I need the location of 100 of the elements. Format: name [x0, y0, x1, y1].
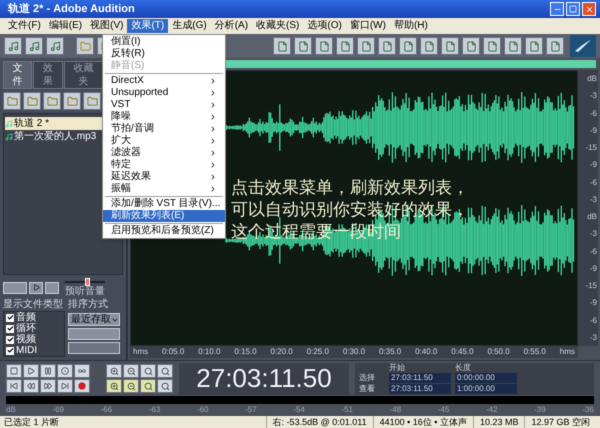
checkbox[interactable] [6, 314, 14, 322]
panel-button[interactable] [3, 282, 27, 294]
toolbar-button[interactable] [83, 92, 101, 110]
zoom-button[interactable] [157, 364, 173, 378]
menu-item[interactable]: 添加/删除 VST 目录(V)... [103, 198, 225, 210]
menu-item[interactable]: 振幅 [103, 183, 225, 195]
panel-tab[interactable]: 文件 [3, 61, 32, 89]
menu-item[interactable]: 倒置(I) [103, 36, 225, 48]
toolbar-button[interactable] [483, 37, 501, 55]
toolbar-button[interactable] [43, 92, 61, 110]
zoom-button[interactable] [123, 379, 139, 393]
menu-item[interactable]: 刷新效果列表(E) [103, 210, 225, 222]
music-note-icon [8, 40, 18, 52]
time-field[interactable]: 27:03:11.50 [389, 384, 451, 394]
toolbar-button[interactable] [315, 37, 333, 55]
minimize-button[interactable] [550, 2, 564, 16]
transport-button[interactable] [23, 379, 39, 393]
menu-item[interactable]: 帮助(H) [390, 19, 432, 33]
zoom-button[interactable] [123, 364, 139, 378]
sort-dropdown[interactable]: 最近存取 [68, 313, 120, 326]
file-icon [360, 40, 372, 52]
menu-item[interactable]: 生成(G) [168, 19, 211, 33]
menu-item[interactable]: 滤波器 [103, 147, 225, 159]
toolbar-button[interactable] [336, 37, 354, 55]
toolbar-button[interactable] [294, 37, 312, 55]
transport-button[interactable] [6, 364, 22, 378]
play-button[interactable] [29, 282, 43, 294]
menu-item[interactable]: 扩大 [103, 135, 225, 147]
panel-tab[interactable]: 效果 [33, 61, 63, 89]
zoom-button[interactable] [157, 379, 173, 393]
panel-button[interactable] [68, 342, 120, 354]
menu-item[interactable]: 效果(T) [127, 19, 168, 33]
checkbox[interactable] [6, 336, 14, 344]
menu-item[interactable]: Unsupported [103, 87, 225, 99]
maximize-button[interactable] [566, 2, 580, 16]
file-icon [340, 40, 350, 52]
db-label: -9 [590, 264, 597, 273]
toolbar-button[interactable] [462, 37, 480, 55]
toolbar-button[interactable] [504, 37, 522, 55]
zoom-button[interactable] [140, 364, 156, 378]
toolbar-button[interactable] [546, 37, 564, 55]
toolbar-button[interactable] [3, 92, 21, 110]
menu-item[interactable]: 启用预览和后备预览(Z) [103, 225, 225, 237]
play-icon [27, 367, 35, 375]
transport-button[interactable] [57, 379, 73, 393]
transport-button[interactable] [57, 364, 73, 378]
toolbar-button[interactable] [46, 37, 64, 55]
menu-item[interactable]: 反转(R) [103, 48, 225, 60]
zoom-button[interactable] [106, 364, 122, 378]
transport-button[interactable] [23, 364, 39, 378]
toolbar-button[interactable] [525, 37, 543, 55]
menu-item[interactable]: 视图(V) [86, 19, 128, 33]
volume-label: 预听音量 [65, 286, 105, 297]
menu-item[interactable]: DirectX [103, 75, 225, 87]
time-field[interactable]: 27:03:11.50 [389, 373, 451, 384]
fast-forward-icon [44, 382, 52, 390]
panel-tab[interactable]: 收藏夹 [64, 61, 103, 89]
zoom-button[interactable] [106, 379, 122, 393]
play-icon [32, 284, 40, 291]
menu-item[interactable]: 文件(F) [4, 19, 45, 33]
db-label: -9 [590, 298, 597, 308]
magnifier-icon [144, 366, 152, 376]
music-note-icon [50, 40, 60, 52]
toolbar-button[interactable] [378, 37, 396, 55]
menu-item[interactable]: 窗口(W) [346, 19, 390, 33]
zoom-button[interactable] [140, 379, 156, 393]
menu-item[interactable]: 特定 [103, 159, 225, 171]
menu-item[interactable]: 选项(O) [303, 19, 346, 33]
toolbar-button[interactable] [76, 37, 94, 55]
transport-button[interactable] [74, 364, 90, 378]
transport-button[interactable] [74, 379, 90, 393]
toolbar-button[interactable] [63, 92, 81, 110]
menu-item[interactable]: 收藏夹(S) [252, 19, 304, 33]
toolbar-button[interactable] [23, 92, 41, 110]
transport-button[interactable] [40, 379, 56, 393]
checkbox[interactable] [6, 324, 14, 332]
time-field[interactable]: 1:00:00.00 [455, 384, 517, 394]
toolbar-button[interactable] [4, 37, 22, 55]
volume-slider[interactable] [65, 278, 105, 286]
menu-item[interactable]: 分析(A) [210, 19, 252, 33]
checkbox[interactable] [6, 346, 14, 354]
transport-button[interactable] [6, 379, 22, 393]
logo-icon [570, 35, 596, 57]
zoom-out-icon [126, 382, 136, 390]
close-button[interactable] [582, 2, 596, 16]
time-field[interactable]: 0:00:00.00 [455, 373, 517, 384]
toolbar-button[interactable] [357, 37, 375, 55]
menu-item[interactable]: 编辑(E) [44, 19, 86, 33]
menu-item[interactable]: VST [103, 99, 225, 111]
toolbar-button[interactable] [273, 37, 291, 55]
toolbar-button[interactable] [420, 37, 438, 55]
db-label: -9 [590, 160, 597, 170]
rewind-icon [27, 382, 35, 390]
transport-button[interactable] [40, 364, 56, 378]
record-icon [78, 382, 86, 390]
toolbar-button[interactable] [399, 37, 417, 55]
toolbar-button[interactable] [25, 37, 43, 55]
toolbar-button[interactable] [441, 37, 459, 55]
panel-button[interactable] [45, 282, 59, 294]
menu-item[interactable]: 延迟效果 [103, 171, 225, 183]
